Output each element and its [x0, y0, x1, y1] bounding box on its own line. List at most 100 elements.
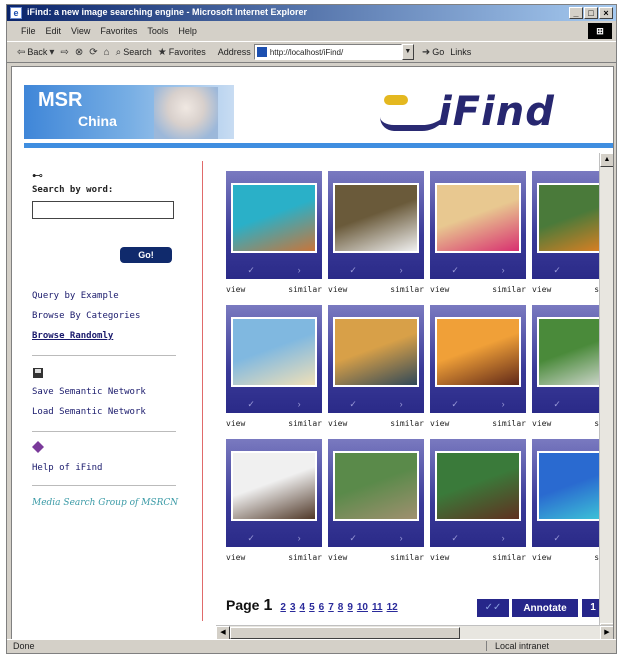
scroll-left-button[interactable]: ◀ — [216, 626, 230, 639]
menu-view[interactable]: View — [71, 26, 90, 36]
menu-favorites[interactable]: Favorites — [100, 26, 137, 36]
page-link[interactable]: 8 — [338, 602, 344, 613]
home-button[interactable]: ⌂ — [104, 47, 110, 58]
arrow-icon[interactable]: › — [298, 265, 301, 276]
checkmark-icon[interactable]: ✓ — [247, 265, 255, 276]
menu-file[interactable]: File — [21, 26, 36, 36]
checkmark-icon[interactable]: ✓ — [451, 399, 459, 410]
address-dropdown[interactable]: ▼ — [401, 44, 414, 60]
page-link[interactable]: 2 — [280, 602, 286, 613]
maximize-button[interactable]: □ — [584, 7, 598, 19]
similar-link[interactable]: similar — [390, 553, 424, 562]
arrow-icon[interactable]: › — [400, 533, 403, 544]
view-link[interactable]: view — [430, 419, 449, 428]
arrow-icon[interactable]: › — [502, 399, 505, 410]
back-button[interactable]: ⇦ Back ▾ — [17, 47, 54, 58]
vertical-scrollbar[interactable]: ▲ ▼ — [599, 153, 613, 637]
arrow-icon[interactable]: › — [502, 265, 505, 276]
menu-tools[interactable]: Tools — [147, 26, 168, 36]
horizontal-scrollbar[interactable]: ◀ ▶ — [216, 625, 613, 639]
view-link[interactable]: view — [328, 285, 347, 294]
menu-help[interactable]: Help — [178, 26, 197, 36]
forward-button[interactable]: ⇨ — [60, 47, 68, 58]
browse-by-categories-link[interactable]: Browse By Categories — [32, 311, 140, 321]
checkmark-icon[interactable]: ✓ — [451, 533, 459, 544]
view-link[interactable]: view — [430, 553, 449, 562]
search-word-input[interactable] — [32, 201, 174, 219]
save-semantic-network-link[interactable]: Save Semantic Network — [32, 387, 146, 397]
view-link[interactable]: view — [532, 285, 551, 294]
arrow-icon[interactable]: › — [400, 265, 403, 276]
arrow-icon[interactable]: › — [502, 533, 505, 544]
page-link[interactable]: 7 — [328, 602, 334, 613]
page-link[interactable]: 3 — [290, 602, 296, 613]
page-link[interactable]: 9 — [347, 602, 353, 613]
thumbnail-girl[interactable] — [435, 183, 521, 253]
view-link[interactable]: view — [226, 419, 245, 428]
arrow-icon[interactable]: › — [298, 533, 301, 544]
scroll-up-button[interactable]: ▲ — [600, 153, 613, 167]
checkmark-icon[interactable]: ✓ — [553, 399, 561, 410]
refresh-button[interactable]: ⟳ — [89, 47, 97, 58]
page-link[interactable]: 6 — [319, 602, 325, 613]
media-search-group-link[interactable]: Media Search Group of MSRCN — [32, 497, 182, 509]
thumbnail-beach[interactable] — [231, 317, 317, 387]
menu-edit[interactable]: Edit — [46, 26, 62, 36]
minimize-button[interactable]: _ — [569, 7, 583, 19]
links-button[interactable]: Links — [450, 47, 471, 57]
similar-link[interactable]: similar — [390, 419, 424, 428]
thumbnail-harbor[interactable] — [333, 317, 419, 387]
go-nav-button[interactable]: ➜ Go — [422, 47, 444, 58]
checkmark-icon[interactable]: ✓ — [349, 265, 357, 276]
view-link[interactable]: view — [430, 285, 449, 294]
favorites-button[interactable]: ★ Favorites — [158, 47, 206, 58]
thumbnail-cat[interactable] — [231, 183, 317, 253]
view-link[interactable]: view — [328, 553, 347, 562]
search-button[interactable]: ⌕ Search — [116, 47, 152, 58]
thumbnail-bird[interactable] — [435, 451, 521, 521]
thumbnail-revolver[interactable] — [231, 451, 317, 521]
checkmark-icon[interactable]: ✓ — [349, 399, 357, 410]
checkmark-icon[interactable]: ✓✓ — [477, 599, 509, 617]
page-link[interactable]: 10 — [357, 602, 368, 613]
similar-link[interactable]: similar — [288, 285, 322, 294]
similar-link[interactable]: similar — [492, 285, 526, 294]
view-link[interactable]: view — [226, 285, 245, 294]
checkmark-icon[interactable]: ✓ — [247, 533, 255, 544]
similar-link[interactable]: similar — [492, 553, 526, 562]
load-semantic-network-link[interactable]: Load Semantic Network — [32, 407, 146, 417]
checkmark-icon[interactable]: ✓ — [451, 265, 459, 276]
similar-link[interactable]: similar — [492, 419, 526, 428]
ifind-logo: iFind — [380, 87, 595, 143]
go-button[interactable]: Go! — [120, 247, 172, 263]
checkmark-icon[interactable]: ✓ — [553, 265, 561, 276]
stop-button[interactable]: ⊗ — [75, 47, 83, 58]
similar-link[interactable]: similar — [288, 419, 322, 428]
browse-randomly-link[interactable]: Browse Randomly — [32, 331, 113, 341]
thumbnail-boy[interactable] — [333, 183, 419, 253]
scroll-thumb[interactable] — [230, 627, 460, 639]
view-link[interactable]: view — [532, 419, 551, 428]
similar-link[interactable]: similar — [288, 553, 322, 562]
page-link[interactable]: 11 — [372, 602, 383, 613]
annotate-button[interactable]: Annotate — [512, 599, 578, 617]
close-button[interactable]: × — [599, 7, 613, 19]
arrow-icon[interactable]: › — [298, 399, 301, 410]
checkmark-icon[interactable]: ✓ — [247, 399, 255, 410]
view-link[interactable]: view — [532, 553, 551, 562]
page-link[interactable]: 12 — [387, 602, 398, 613]
checkmark-icon[interactable]: ✓ — [553, 533, 561, 544]
help-link[interactable]: Help of iFind — [32, 463, 102, 473]
view-link[interactable]: view — [226, 553, 245, 562]
arrow-icon[interactable]: › — [400, 399, 403, 410]
thumbnail-field[interactable] — [333, 451, 419, 521]
view-link[interactable]: view — [328, 419, 347, 428]
query-by-example-link[interactable]: Query by Example — [32, 291, 119, 301]
thumbnail-sunset[interactable] — [435, 317, 521, 387]
address-field[interactable]: http://localhost/iFind/ — [253, 44, 402, 60]
checkmark-icon[interactable]: ✓ — [349, 533, 357, 544]
page-link[interactable]: 5 — [309, 602, 315, 613]
page-link[interactable]: 4 — [300, 602, 306, 613]
similar-link[interactable]: similar — [390, 285, 424, 294]
scroll-right-button[interactable]: ▶ — [600, 626, 613, 639]
